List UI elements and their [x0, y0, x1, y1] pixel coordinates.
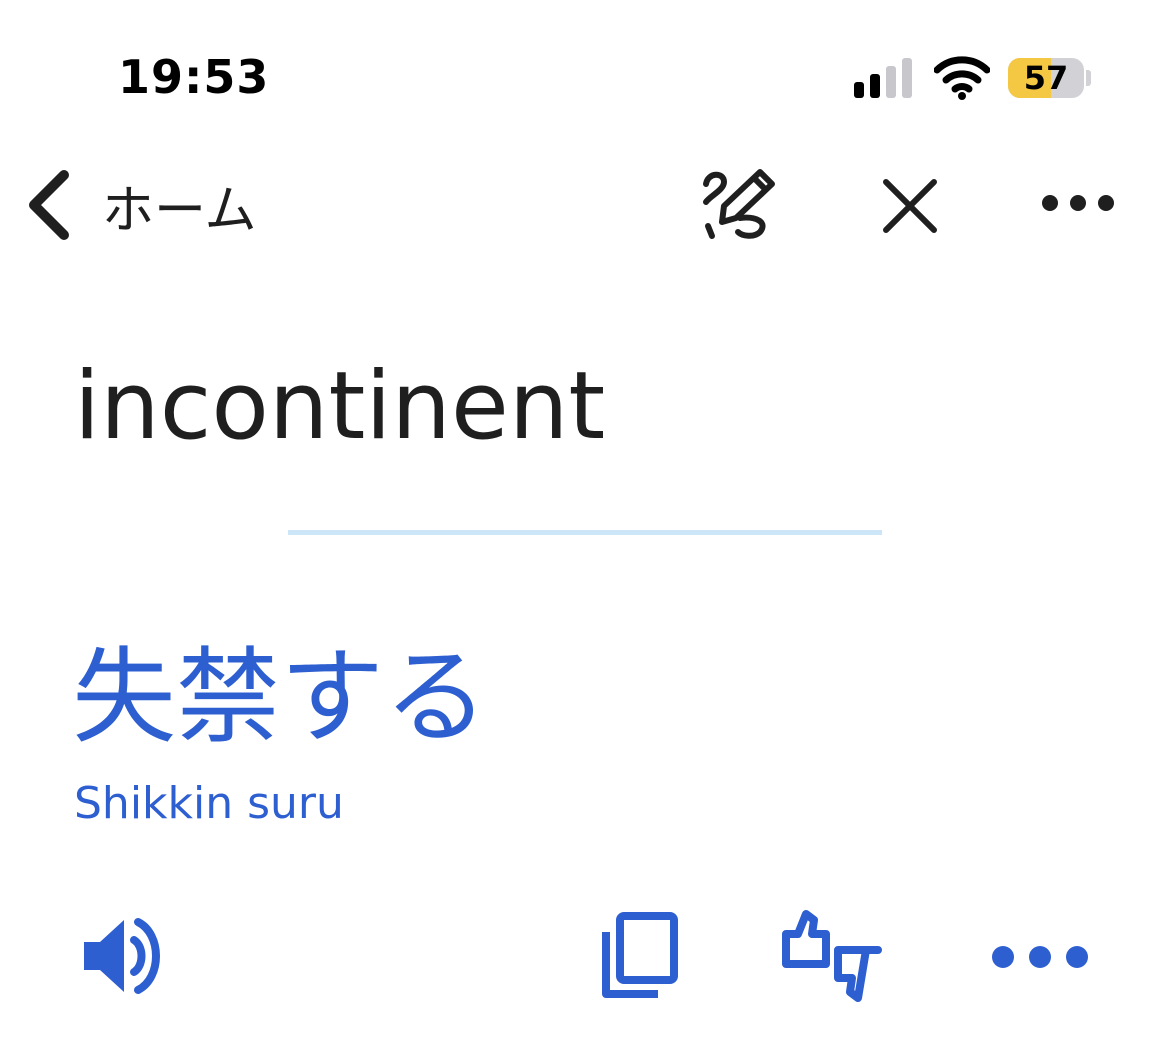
more-horizontal-icon[interactable]	[1040, 190, 1116, 216]
more-horizontal-icon[interactable]	[990, 942, 1090, 972]
wifi-icon	[934, 56, 990, 100]
handwriting-pen-icon[interactable]	[698, 166, 782, 244]
romanization-text: Shikkin suru	[74, 778, 344, 829]
close-icon[interactable]	[880, 176, 940, 236]
back-label: ホーム	[102, 180, 257, 241]
divider	[288, 530, 882, 535]
copy-icon[interactable]	[600, 910, 682, 1002]
status-bar: 19:53 57	[0, 0, 1170, 150]
thumbs-up-down-icon[interactable]	[780, 908, 884, 1006]
battery-indicator: 57	[1008, 58, 1084, 98]
chevron-left-icon	[29, 170, 69, 240]
source-text[interactable]: incontinent	[74, 352, 605, 461]
cellular-signal-icon	[854, 58, 912, 98]
back-button[interactable]: ホーム	[20, 160, 256, 250]
speaker-icon[interactable]	[80, 914, 164, 998]
translated-text: 失禁する	[72, 636, 489, 758]
status-time: 19:53	[118, 50, 270, 104]
battery-cap	[1086, 70, 1091, 86]
battery-percent: 57	[1023, 59, 1069, 97]
